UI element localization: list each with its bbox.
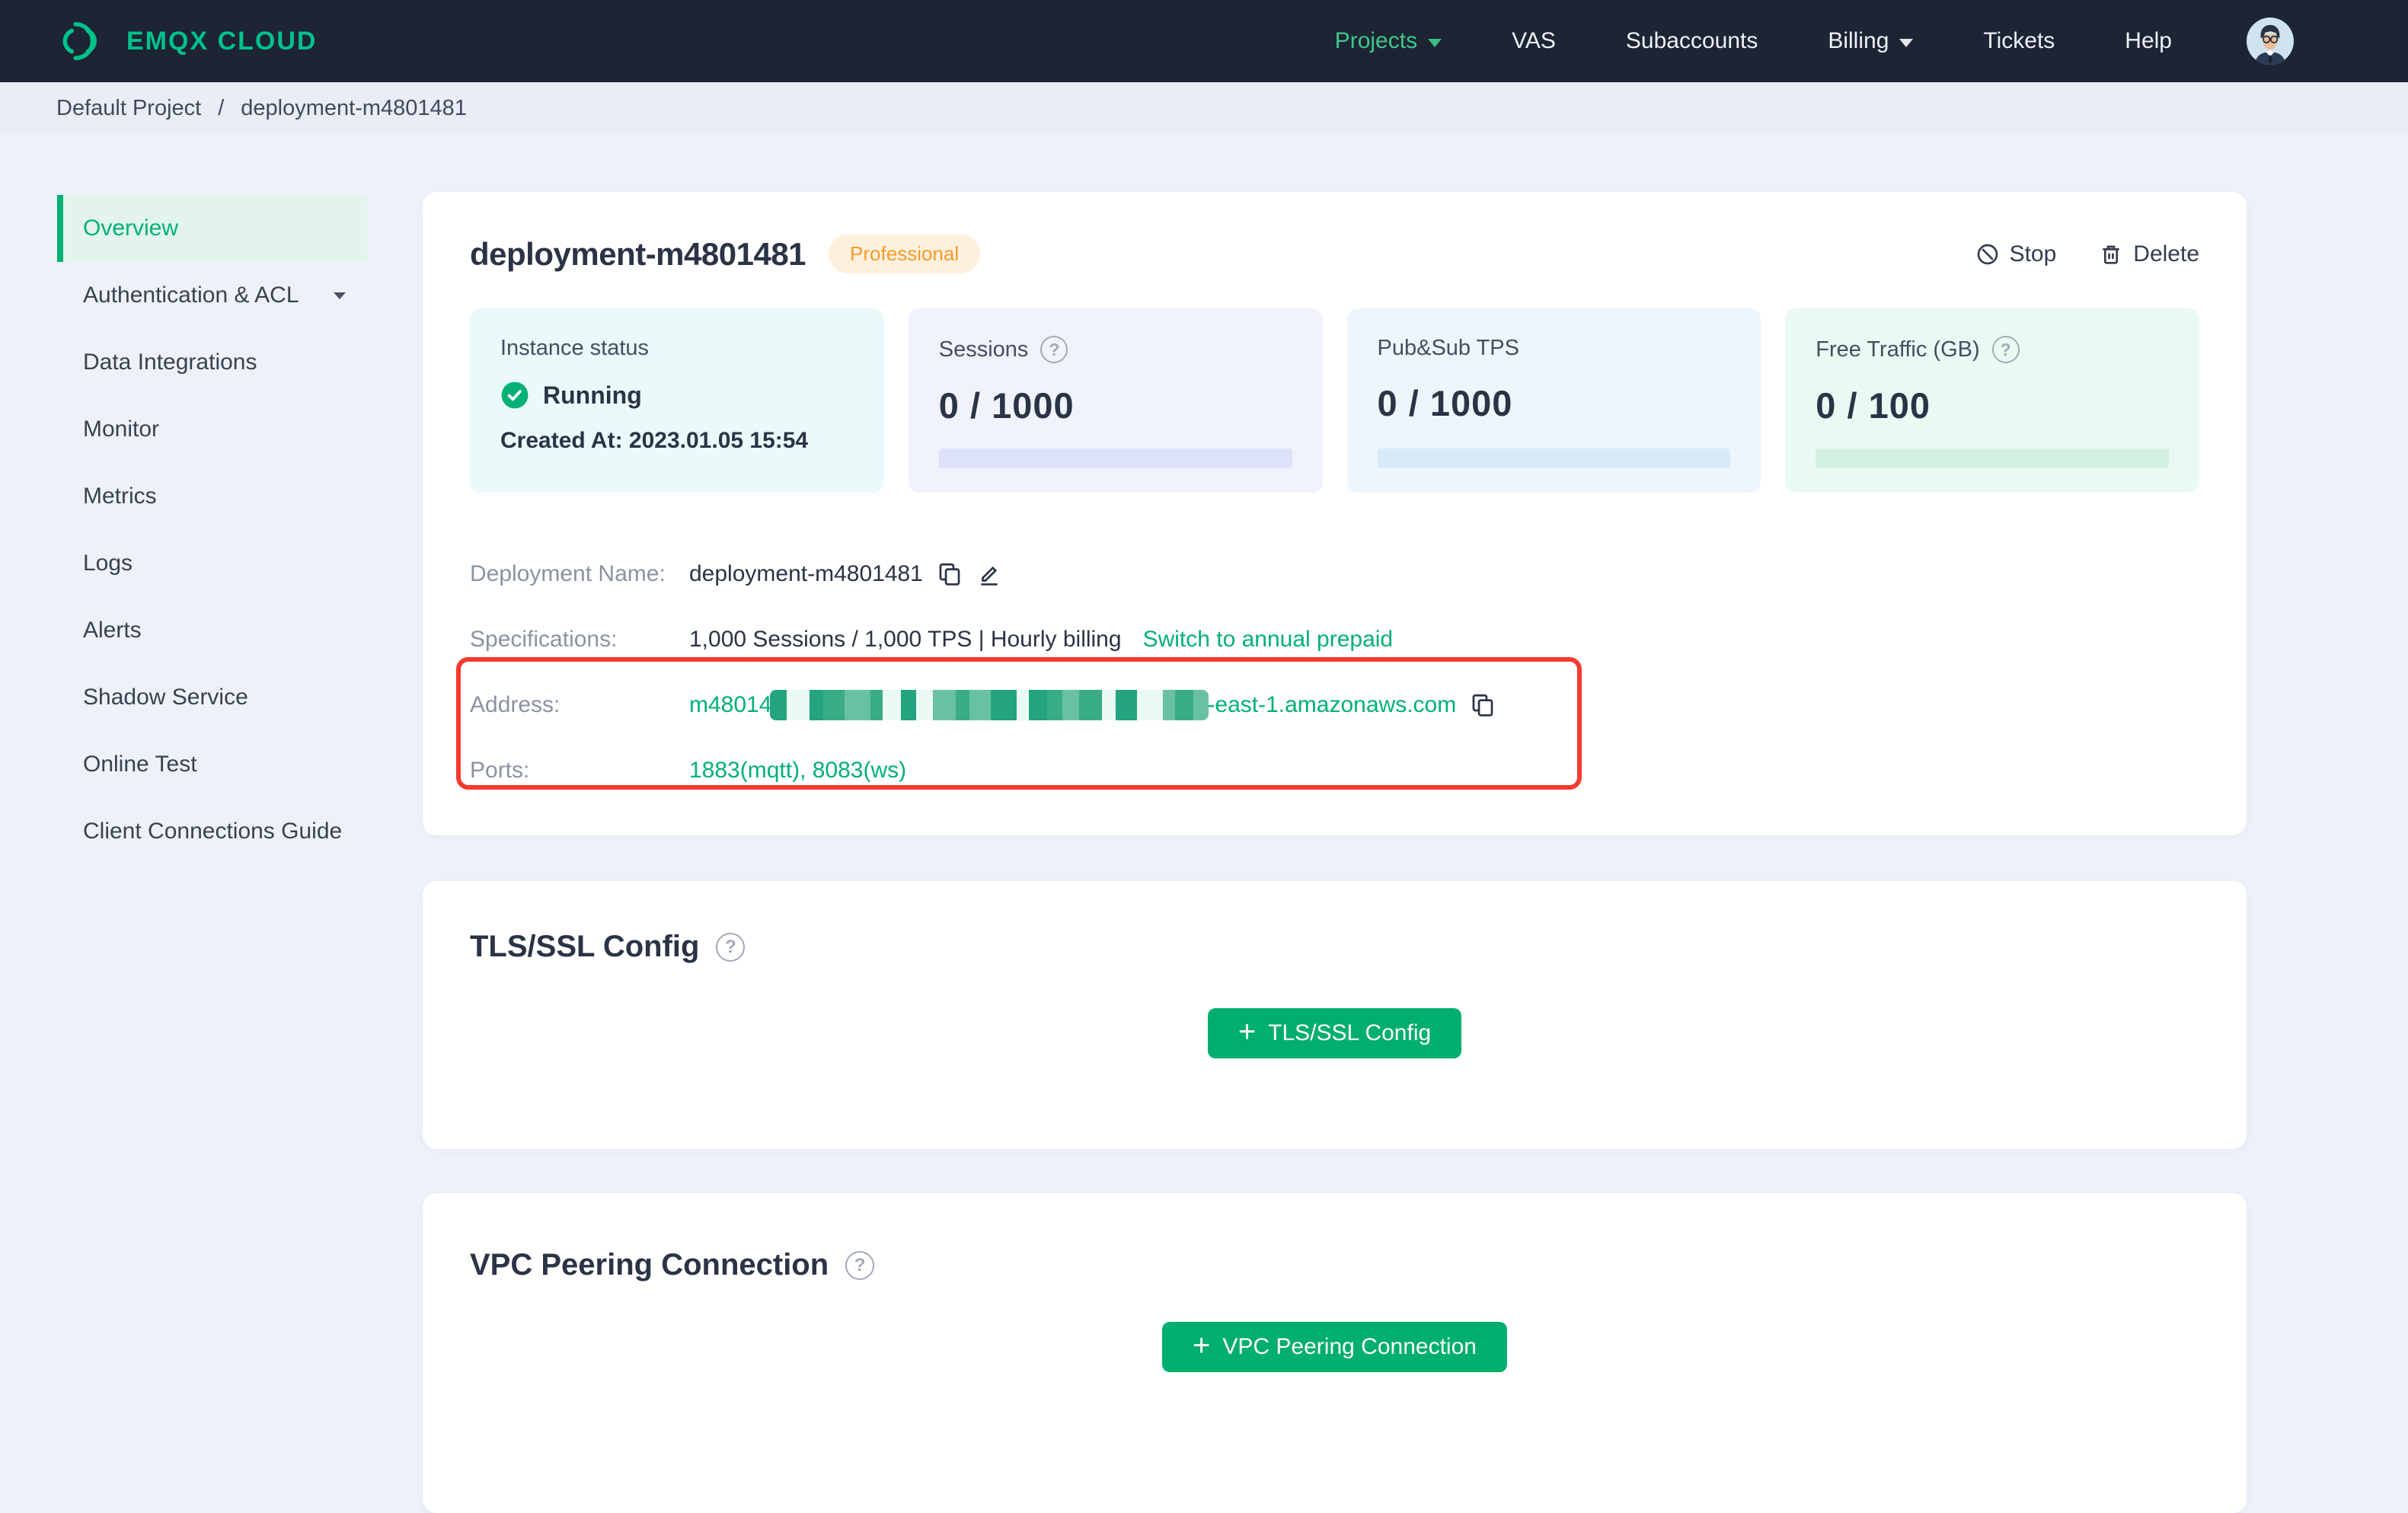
stats-row: Instance status Running Created At: 2023…: [470, 308, 2199, 493]
pubsub-tps-value: 0 / 1000: [1377, 383, 1513, 423]
nav-item-projects[interactable]: Projects: [1335, 28, 1442, 54]
status-text: Running: [543, 381, 642, 409]
delete-button[interactable]: Delete: [2099, 241, 2199, 267]
page-title: deployment-m4801481: [470, 235, 806, 272]
tls-ssl-section: TLS/SSL Config ? + TLS/SSL Config: [423, 881, 2247, 1149]
address-row: Address: m48014 -east-1.amazonaws.com: [470, 672, 2199, 738]
ports-row: Ports: 1883(mqtt), 8083(ws): [470, 758, 907, 783]
help-icon[interactable]: ?: [716, 932, 746, 962]
address-suffix: -east-1.amazonaws.com: [1207, 692, 1457, 717]
nav-item-help[interactable]: Help: [2125, 28, 2172, 54]
sidebar-item-client-connections-guide[interactable]: Client Connections Guide: [57, 798, 367, 865]
vpc-section-title: VPC Peering Connection: [470, 1248, 829, 1282]
switch-annual-prepaid-link[interactable]: Switch to annual prepaid: [1143, 627, 1394, 653]
plus-icon: +: [1238, 1015, 1257, 1049]
free-traffic-value: 0 / 100: [1816, 385, 1931, 426]
deployment-info: Deployment Name: deployment-m4801481 Spe…: [456, 541, 2199, 803]
ports-value: 1883(mqtt), 8083(ws): [689, 758, 907, 783]
pubsub-progress: [1377, 448, 1731, 468]
copy-icon[interactable]: [937, 561, 963, 587]
plan-badge: Professional: [829, 235, 981, 273]
chevron-down-icon: [1428, 38, 1442, 47]
traffic-progress: [1816, 448, 2169, 468]
sidebar-item-authentication-acl[interactable]: Authentication & ACL: [57, 262, 367, 329]
created-at: Created At: 2023.01.05 15:54: [500, 428, 809, 453]
edit-icon[interactable]: [976, 561, 1002, 587]
emqx-logo-icon: [55, 19, 107, 63]
specifications-row: Specifications: 1,000 Sessions / 1,000 T…: [470, 627, 1394, 653]
sidebar-item-data-integrations[interactable]: Data Integrations: [57, 329, 367, 396]
sidebar-item-metrics[interactable]: Metrics: [57, 463, 367, 530]
vpc-peering-section: VPC Peering Connection ? + VPC Peering C…: [423, 1193, 2247, 1513]
chevron-down-icon: [1899, 38, 1914, 47]
main-content: deployment-m4801481 Professional Stop De…: [367, 134, 2408, 1513]
free-traffic-card: Free Traffic (GB) ? 0 / 100: [1785, 308, 2199, 493]
breadcrumb-deployment: deployment-m4801481: [241, 95, 467, 120]
breadcrumb: Default Project / deployment-m4801481: [0, 82, 2408, 134]
plus-icon: +: [1193, 1329, 1211, 1362]
nav-item-vas[interactable]: VAS: [1512, 28, 1556, 54]
deployment-overview-card: deployment-m4801481 Professional Stop De…: [423, 192, 2247, 835]
add-tls-ssl-config-button[interactable]: + TLS/SSL Config: [1207, 1008, 1462, 1058]
nav-item-billing[interactable]: Billing: [1828, 28, 1914, 54]
nav-item-tickets[interactable]: Tickets: [1983, 28, 2055, 54]
sidebar-item-shadow-service[interactable]: Shadow Service: [57, 664, 367, 731]
sidebar-item-monitor[interactable]: Monitor: [57, 396, 367, 463]
copy-icon[interactable]: [1470, 692, 1496, 718]
check-circle-icon: [500, 381, 529, 410]
brand[interactable]: EMQX CLOUD: [55, 19, 317, 63]
sidebar-item-logs[interactable]: Logs: [57, 530, 367, 597]
sidebar-item-alerts[interactable]: Alerts: [57, 597, 367, 664]
breadcrumb-project[interactable]: Default Project: [56, 96, 201, 121]
sessions-card: Sessions ? 0 / 1000: [908, 308, 1323, 493]
help-icon[interactable]: ?: [1040, 336, 1068, 363]
add-vpc-peering-button[interactable]: + VPC Peering Connection: [1162, 1322, 1507, 1372]
sidebar-item-online-test[interactable]: Online Test: [57, 731, 367, 798]
help-icon[interactable]: ?: [845, 1250, 875, 1280]
pubsub-tps-card: Pub&Sub TPS 0 / 1000: [1346, 308, 1761, 493]
stop-button[interactable]: Stop: [1975, 241, 2056, 267]
instance-status-card: Instance status Running Created At: 2023…: [470, 308, 884, 493]
deployment-name-value: deployment-m4801481: [689, 561, 923, 586]
main-nav: Projects VAS Subaccounts Billing Tickets…: [1335, 18, 2294, 65]
tls-section-title: TLS/SSL Config: [470, 930, 700, 963]
top-navbar: EMQX CLOUD Projects VAS Subaccounts Bill…: [0, 0, 2408, 82]
specifications-value: 1,000 Sessions / 1,000 TPS | Hourly bill…: [689, 627, 1122, 652]
chevron-down-icon: [334, 292, 346, 299]
stop-icon: [1975, 242, 2000, 267]
sessions-progress: [938, 448, 1292, 468]
trash-icon: [2099, 242, 2123, 267]
address-prefix: m48014: [689, 692, 772, 717]
sidebar-item-overview[interactable]: Overview: [57, 195, 367, 262]
user-avatar[interactable]: [2247, 18, 2294, 65]
address-redacted: [770, 690, 1209, 720]
sidebar: Overview Authentication & ACL Data Integ…: [0, 134, 367, 865]
breadcrumb-separator: /: [218, 95, 225, 120]
nav-item-subaccounts[interactable]: Subaccounts: [1626, 28, 1758, 54]
sessions-value: 0 / 1000: [938, 385, 1075, 426]
brand-name: EMQX CLOUD: [126, 26, 318, 56]
deployment-name-row: Deployment Name: deployment-m4801481: [470, 541, 2199, 607]
help-icon[interactable]: ?: [1991, 336, 2020, 363]
